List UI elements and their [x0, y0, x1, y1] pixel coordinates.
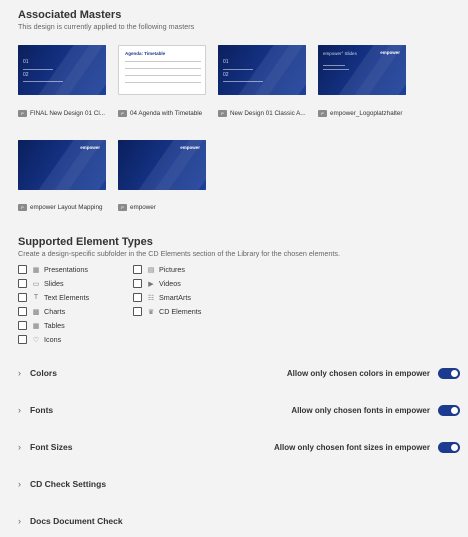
powerpoint-icon: P [318, 110, 327, 117]
master-thumbnail-4[interactable]: empower [18, 140, 106, 190]
checkbox-videos[interactable]: ▶ Videos [133, 279, 181, 288]
checkbox-icons[interactable]: ♡ Icons [18, 335, 61, 344]
checkbox-pictures[interactable]: ▤ Pictures [133, 265, 185, 274]
checkbox-tables[interactable]: ▦ Tables [18, 321, 65, 330]
checkbox[interactable] [18, 307, 27, 316]
master-label-0[interactable]: P FINAL New Design 01 Cl... [18, 110, 105, 117]
chart-icon: ▩ [32, 308, 40, 316]
powerpoint-icon: P [218, 110, 227, 117]
slide-icon: ▭ [32, 280, 40, 288]
icons-icon: ♡ [32, 336, 40, 344]
powerpoint-icon: P [118, 110, 127, 117]
master-thumbnail-0[interactable]: 01 02 [18, 45, 106, 95]
colors-toggle[interactable] [438, 367, 460, 379]
section-colors[interactable]: › Colors Allow only chosen colors in emp… [18, 366, 460, 380]
checkbox-smartarts[interactable]: ☷ SmartArts [133, 293, 191, 302]
powerpoint-icon: P [18, 204, 27, 211]
chevron-right-icon: › [18, 442, 21, 452]
checkbox[interactable] [18, 279, 27, 288]
section-fonts[interactable]: › Fonts Allow only chosen fonts in empow… [18, 403, 460, 417]
presentation-icon: ▦ [32, 266, 40, 274]
checkbox-cd-elements[interactable]: ♛ CD Elements [133, 307, 201, 316]
checkbox-presentations[interactable]: ▦ Presentations [18, 265, 88, 274]
powerpoint-icon: P [118, 204, 127, 211]
checkbox[interactable] [133, 265, 142, 274]
powerpoint-icon: P [18, 110, 27, 117]
checkbox[interactable] [133, 293, 142, 302]
checkbox[interactable] [18, 321, 27, 330]
table-icon: ▦ [32, 322, 40, 330]
checkbox-text-elements[interactable]: T Text Elements [18, 293, 89, 302]
checkbox-slides[interactable]: ▭ Slides [18, 279, 64, 288]
master-label-1[interactable]: P 04 Agenda with Timetable [118, 110, 202, 117]
supported-elements-title: Supported Element Types [18, 236, 153, 248]
master-thumbnail-5[interactable]: empower [118, 140, 206, 190]
checkbox[interactable] [18, 335, 27, 344]
section-docs-document-check[interactable]: › Docs Document Check [18, 514, 460, 528]
design-settings-panel: Associated Masters This design is curren… [0, 0, 468, 537]
master-label-5[interactable]: Pempower [118, 204, 156, 211]
master-label-2[interactable]: P New Design 01 Classic A... [218, 110, 306, 117]
chevron-right-icon: › [18, 368, 21, 378]
smartart-icon: ☷ [147, 294, 155, 302]
section-font-sizes[interactable]: › Font Sizes Allow only chosen font size… [18, 440, 460, 454]
font-sizes-toggle[interactable] [438, 441, 460, 453]
checkbox[interactable] [18, 265, 27, 274]
checkbox-charts[interactable]: ▩ Charts [18, 307, 65, 316]
section-cd-check-settings[interactable]: › CD Check Settings [18, 477, 460, 491]
master-thumbnail-2[interactable]: 01 02 [218, 45, 306, 95]
checkbox[interactable] [133, 307, 142, 316]
checkbox[interactable] [18, 293, 27, 302]
chevron-right-icon: › [18, 516, 21, 526]
master-label-4[interactable]: Pempower Layout Mapping [18, 204, 102, 211]
master-thumbnail-3[interactable]: empower° Slides empower [318, 45, 406, 95]
video-icon: ▶ [148, 280, 154, 288]
master-thumbnail-1[interactable]: Agenda: Timetable [118, 45, 206, 95]
text-element-icon: T [33, 294, 39, 301]
master-label-3[interactable]: Pempower_Logoplatzhalter [318, 110, 402, 117]
associated-masters-title: Associated Masters [18, 9, 122, 21]
chevron-right-icon: › [18, 479, 21, 489]
cd-elements-icon: ♛ [147, 308, 155, 316]
chevron-right-icon: › [18, 405, 21, 415]
fonts-toggle[interactable] [438, 404, 460, 416]
checkbox[interactable] [133, 279, 142, 288]
picture-icon: ▤ [147, 266, 155, 274]
supported-elements-subtitle: Create a design-specific subfolder in th… [18, 249, 341, 258]
associated-masters-subtitle: This design is currently applied to the … [18, 22, 195, 31]
